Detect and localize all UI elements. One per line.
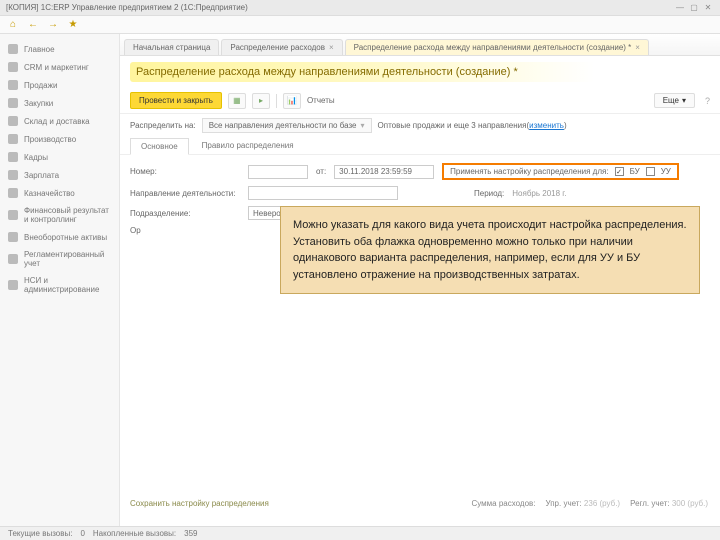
checkbox-bu[interactable]	[615, 167, 624, 176]
date-input[interactable]: 30.11.2018 23:59:59	[334, 165, 434, 179]
sidebar-item-main[interactable]: Главное	[0, 40, 119, 58]
sidebar-icon	[8, 280, 18, 290]
uu-label: УУ	[661, 167, 671, 176]
filter-value[interactable]: Все направления деятельности по базе ▾	[202, 118, 372, 133]
status-current-value: 0	[80, 529, 84, 538]
footer-summary: Сумма расходов: Упр. учет: 236 (руб.) Ре…	[471, 499, 708, 508]
sidebar-icon	[8, 188, 18, 198]
tab-create[interactable]: Распределение расхода между направлениям…	[345, 39, 649, 55]
sidebar-icon	[8, 232, 18, 242]
tab-expense-dist[interactable]: Распределение расходов×	[221, 39, 342, 55]
status-acc-value: 359	[184, 529, 197, 538]
sidebar-icon	[8, 62, 18, 72]
sidebar-item-hr[interactable]: Кадры	[0, 148, 119, 166]
sidebar-icon	[8, 210, 18, 220]
app-toolbar: ⌂ ← → ★	[0, 16, 720, 34]
forward-icon[interactable]: →	[46, 18, 60, 32]
window-title: [КОПИЯ] 1С:ERP Управление предприятием 2…	[6, 3, 248, 12]
help-callout: Можно указать для какого вида учета прои…	[280, 206, 700, 294]
direction-input[interactable]	[248, 186, 398, 200]
reports-label[interactable]: Отчеты	[307, 96, 335, 105]
sidebar-item-reg-accounting[interactable]: Регламентированный учет	[0, 246, 119, 272]
sidebar: 1C Главное CRM и маркетинг Продажи Закуп…	[0, 34, 120, 526]
status-acc-label: Накопленные вызовы:	[93, 529, 176, 538]
sidebar-icon	[8, 152, 18, 162]
tab-close-icon[interactable]: ×	[329, 43, 334, 52]
sidebar-item-purchases[interactable]: Закупки	[0, 94, 119, 112]
sub-tabs: Основное Правило распределения	[120, 137, 720, 155]
back-icon[interactable]: ←	[26, 18, 40, 32]
reports-button[interactable]: 📊	[283, 93, 301, 109]
subtab-main[interactable]: Основное	[130, 138, 189, 155]
sidebar-item-production[interactable]: Производство	[0, 130, 119, 148]
help-icon[interactable]: ?	[705, 96, 710, 106]
checkbox-uu[interactable]	[646, 167, 655, 176]
sidebar-icon	[8, 116, 18, 126]
sidebar-icon	[8, 80, 18, 90]
sidebar-icon	[8, 254, 18, 264]
filter-summary: Оптовые продажи и еще 3 направления(изме…	[378, 121, 567, 130]
page-title: Распределение расхода между направлениям…	[130, 62, 710, 82]
post-close-button[interactable]: Провести и закрыть	[130, 92, 222, 109]
close-icon[interactable]: ✕	[702, 3, 714, 13]
sidebar-item-warehouse[interactable]: Склад и доставка	[0, 112, 119, 130]
sidebar-item-finance[interactable]: Финансовый результат и контроллинг	[0, 202, 119, 228]
sidebar-item-salary[interactable]: Зарплата	[0, 166, 119, 184]
tab-close-icon[interactable]: ×	[635, 43, 640, 52]
home-icon[interactable]: ⌂	[6, 18, 20, 32]
post-icon[interactable]: ▸	[252, 93, 270, 109]
status-current-label: Текущие вызовы:	[8, 529, 72, 538]
edit-link[interactable]: изменить	[529, 121, 564, 130]
tab-home[interactable]: Начальная страница	[124, 39, 219, 55]
dept-label: Подразделение:	[130, 209, 240, 218]
more-button[interactable]: Еще▾	[654, 93, 695, 108]
save-icon[interactable]: ▦	[228, 93, 246, 109]
clear-icon[interactable]: ▾	[361, 121, 365, 130]
bu-label: БУ	[630, 167, 640, 176]
from-label: от:	[316, 167, 326, 176]
statusbar: Текущие вызовы: 0 Накопленные вызовы: 35…	[0, 526, 720, 540]
subtab-rule[interactable]: Правило распределения	[191, 137, 305, 154]
content-area: Начальная страница Распределение расходо…	[120, 34, 720, 526]
sidebar-icon	[8, 134, 18, 144]
sidebar-item-sales[interactable]: Продажи	[0, 76, 119, 94]
maximize-icon[interactable]: ▢	[688, 3, 700, 13]
tabs-bar: Начальная страница Распределение расходо…	[120, 34, 720, 56]
filter-row: Распределить на: Все направления деятель…	[120, 114, 720, 137]
sidebar-icon	[8, 170, 18, 180]
filter-label: Распределить на:	[130, 121, 196, 130]
sidebar-item-treasury[interactable]: Казначейство	[0, 184, 119, 202]
titlebar: [КОПИЯ] 1С:ERP Управление предприятием 2…	[0, 0, 720, 16]
sidebar-icon	[8, 44, 18, 54]
action-bar: Провести и закрыть ▦ ▸ 📊 Отчеты Еще▾ ?	[120, 88, 720, 114]
org-label: Ор	[130, 226, 240, 235]
number-label: Номер:	[130, 167, 240, 176]
sidebar-icon	[8, 98, 18, 108]
minimize-icon[interactable]: —	[674, 3, 686, 13]
apply-settings-box: Применять настройку распределения для: Б…	[442, 163, 679, 180]
save-settings-link[interactable]: Сохранить настройку распределения	[130, 499, 269, 508]
star-icon[interactable]: ★	[66, 18, 80, 32]
period-label: Период:	[474, 189, 504, 198]
number-input[interactable]	[248, 165, 308, 179]
sidebar-item-assets[interactable]: Внеоборотные активы	[0, 228, 119, 246]
sidebar-item-admin[interactable]: НСИ и администрирование	[0, 272, 119, 298]
chevron-down-icon: ▾	[682, 96, 686, 105]
sidebar-item-crm[interactable]: CRM и маркетинг	[0, 58, 119, 76]
period-value: Ноябрь 2018 г.	[512, 189, 566, 198]
direction-label: Направление деятельности:	[130, 189, 240, 198]
apply-label: Применять настройку распределения для:	[450, 167, 608, 176]
